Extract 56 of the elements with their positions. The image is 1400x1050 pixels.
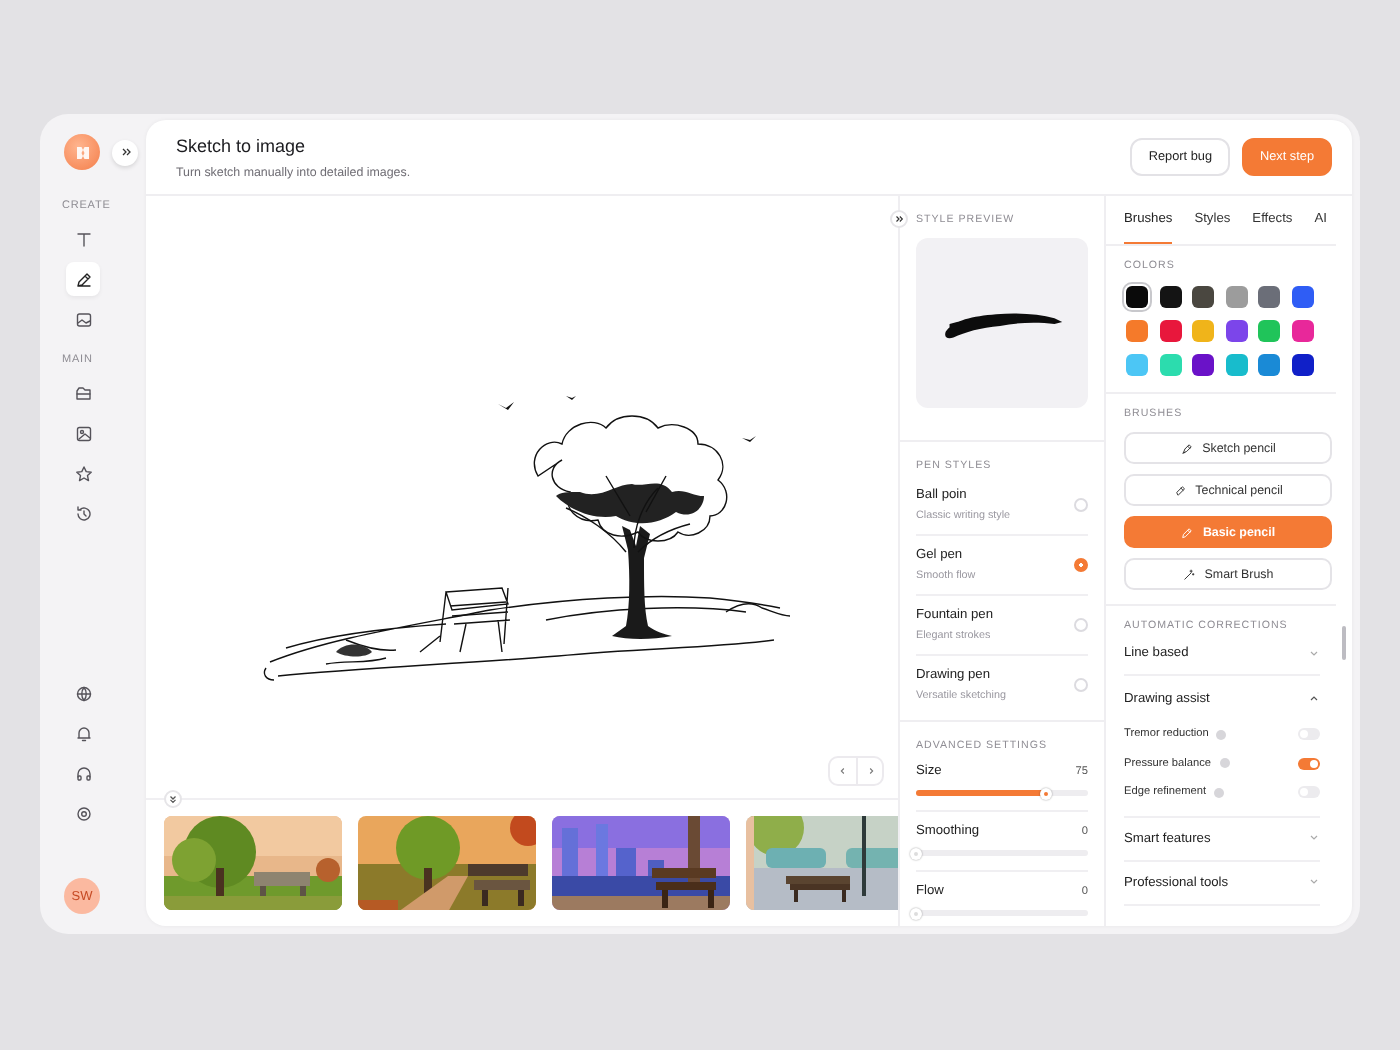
star-icon <box>73 463 93 483</box>
radio-button[interactable] <box>1074 558 1088 572</box>
color-swatch[interactable] <box>1159 320 1181 342</box>
app-logo[interactable] <box>64 134 100 170</box>
color-swatch[interactable] <box>1258 286 1280 308</box>
chevrons-icon <box>119 146 131 158</box>
text-icon <box>73 229 93 249</box>
color-swatch[interactable] <box>1159 286 1181 308</box>
color-swatch[interactable] <box>1225 320 1247 342</box>
sketch-pencil-icon <box>1180 441 1195 455</box>
color-swatch[interactable] <box>1225 354 1247 376</box>
color-swatch[interactable] <box>1291 354 1313 376</box>
info-icon <box>1216 729 1227 740</box>
image-icon <box>73 309 93 329</box>
chevrons-icon <box>894 214 904 224</box>
toggle-switch[interactable] <box>1298 757 1320 770</box>
slider-handle[interactable] <box>1039 787 1051 799</box>
color-swatch[interactable] <box>1258 354 1280 376</box>
chevron-right-icon <box>865 766 875 776</box>
history-icon <box>73 503 93 523</box>
headset-icon <box>73 763 93 783</box>
logo-icon <box>73 143 91 161</box>
color-swatch[interactable] <box>1159 354 1181 376</box>
chevron-down-icon <box>1308 876 1320 888</box>
color-swatch[interactable] <box>1126 354 1148 376</box>
sidebar-item[interactable] <box>66 262 100 296</box>
settings-icon <box>73 803 93 823</box>
slider-handle[interactable] <box>910 907 922 919</box>
gallery-icon <box>73 423 93 443</box>
color-swatch[interactable] <box>1225 286 1247 308</box>
color-swatch[interactable] <box>1192 320 1214 342</box>
color-swatch[interactable] <box>1291 320 1313 342</box>
expand-button[interactable] <box>890 210 908 228</box>
pencil-icon <box>73 269 93 289</box>
color-swatch[interactable] <box>1126 286 1148 308</box>
globe-icon <box>73 683 93 703</box>
ruler-pencil-icon <box>1173 483 1188 497</box>
magic-wand-icon <box>1182 567 1197 581</box>
info-icon <box>1219 758 1230 769</box>
color-swatch[interactable] <box>1192 354 1214 376</box>
chevron-up-icon <box>1308 692 1320 704</box>
color-swatch[interactable] <box>1258 320 1280 342</box>
info-icon <box>1214 787 1225 798</box>
bell-icon <box>73 723 93 743</box>
color-swatch[interactable] <box>1192 286 1214 308</box>
slider-handle[interactable] <box>910 847 922 859</box>
chevrons-down-icon <box>168 794 178 804</box>
color-swatch[interactable] <box>1291 286 1313 308</box>
pencil-icon <box>1180 525 1195 539</box>
chevron-down-icon <box>1308 832 1320 844</box>
chevron-down-icon <box>1308 647 1320 659</box>
page-title: Sketch to image <box>176 135 308 155</box>
color-swatch[interactable] <box>1126 320 1148 342</box>
chevron-left-icon <box>838 766 848 776</box>
folder-icon <box>73 383 93 403</box>
collapse-button[interactable] <box>164 790 182 808</box>
